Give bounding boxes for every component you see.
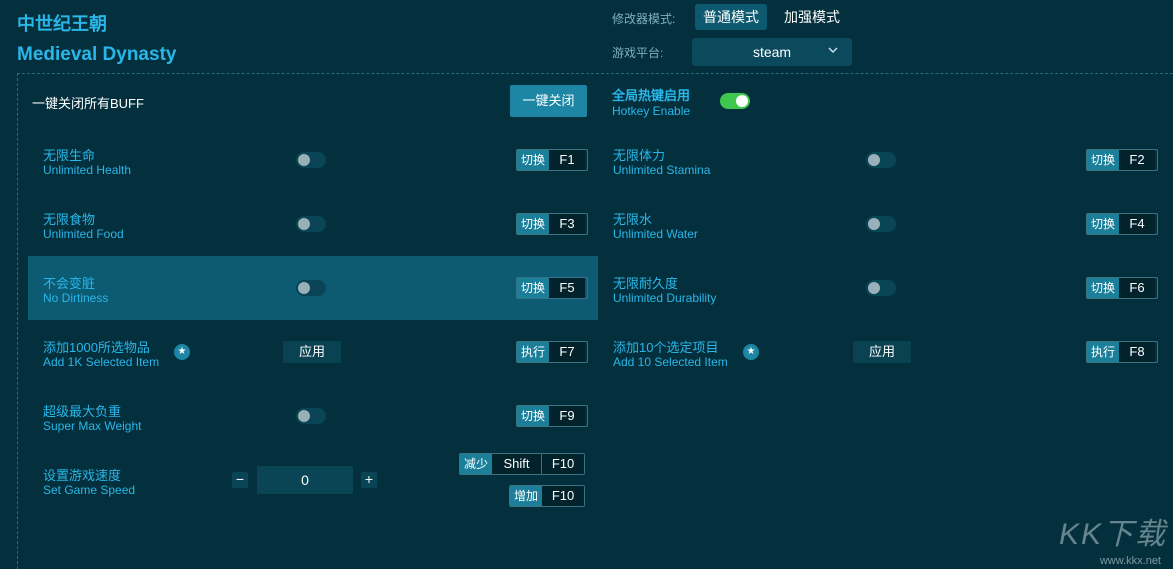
- unlimited-health-hotkey[interactable]: 切换 F1: [516, 149, 588, 171]
- unlimited-health-toggle[interactable]: [296, 152, 326, 168]
- speed-increase-button[interactable]: +: [361, 472, 377, 488]
- hotkey-enable-toggle[interactable]: [720, 93, 750, 109]
- cheat-label-en: Unlimited Food: [43, 227, 124, 241]
- hotkey-enable-label-cn: 全局热键启用: [612, 88, 691, 103]
- platform-select[interactable]: steam: [692, 38, 852, 66]
- cheat-label-cn: 无限食物: [43, 212, 96, 227]
- watermark-url: www.kkx.net: [1099, 555, 1161, 567]
- add-10-hotkey[interactable]: 执行 F8: [1086, 341, 1158, 363]
- speed-decrease-button[interactable]: −: [232, 472, 248, 488]
- game-title-cn: 中世纪王朝: [17, 14, 107, 34]
- mode-label: 修改器模式:: [612, 12, 676, 26]
- cheat-label-cn: 无限水: [613, 212, 653, 227]
- no-dirtiness-toggle[interactable]: [296, 280, 326, 296]
- super-max-weight-hotkey[interactable]: 切换 F9: [516, 405, 588, 427]
- unlimited-water-hotkey[interactable]: 切换 F4: [1086, 213, 1158, 235]
- cheat-label-en: Add 10 Selected Item: [613, 355, 728, 369]
- super-max-weight-toggle[interactable]: [296, 408, 326, 424]
- unlimited-durability-hotkey[interactable]: 切换 F6: [1086, 277, 1158, 299]
- speed-increase-hotkey[interactable]: 增加 F10: [509, 485, 586, 507]
- add-1k-hotkey[interactable]: 执行 F7: [516, 341, 588, 363]
- cheat-label-en: Super Max Weight: [43, 419, 142, 433]
- cheat-label-en: Unlimited Stamina: [613, 163, 711, 177]
- unlimited-stamina-hotkey[interactable]: 切换 F2: [1086, 149, 1158, 171]
- close-all-buff-label: 一键关闭所有BUFF: [32, 96, 144, 111]
- cheat-label-cn: 无限耐久度: [613, 276, 679, 291]
- cheat-label-cn: 无限生命: [43, 148, 96, 163]
- speed-label-cn: 设置游戏速度: [43, 468, 122, 483]
- cheat-label-cn: 添加10个选定项目: [613, 340, 719, 355]
- mode-enhanced-button[interactable]: 加强模式: [776, 4, 848, 30]
- cheat-label-en: Unlimited Durability: [613, 291, 717, 305]
- cheat-panel: [17, 73, 1173, 569]
- close-all-button[interactable]: 一键关闭: [510, 85, 587, 117]
- chevron-down-icon: [828, 44, 838, 58]
- cheat-label-en: Unlimited Health: [43, 163, 132, 177]
- star-icon[interactable]: ★: [743, 344, 759, 360]
- speed-decrease-hotkey[interactable]: 减少 Shift F10: [459, 453, 586, 475]
- cheat-label-en: No Dirtiness: [43, 291, 109, 305]
- watermark-logo: KK下载: [1058, 518, 1167, 551]
- cheat-label-cn: 无限体力: [613, 148, 666, 163]
- speed-input[interactable]: 0: [257, 466, 353, 494]
- no-dirtiness-hotkey[interactable]: 切换 F5: [516, 277, 588, 299]
- platform-label: 游戏平台:: [612, 46, 664, 60]
- cheat-label-cn: 超级最大负重: [43, 404, 122, 419]
- cheat-label-cn: 添加1000所选物品: [43, 340, 150, 355]
- star-icon[interactable]: ★: [174, 344, 190, 360]
- unlimited-food-hotkey[interactable]: 切换 F3: [516, 213, 588, 235]
- hotkey-enable-label-en: Hotkey Enable: [612, 104, 691, 118]
- add-10-apply-button[interactable]: 应用: [853, 341, 911, 363]
- unlimited-water-toggle[interactable]: [866, 216, 896, 232]
- cheat-label-en: Add 1K Selected Item: [43, 355, 160, 369]
- unlimited-durability-toggle[interactable]: [866, 280, 896, 296]
- add-1k-apply-button[interactable]: 应用: [283, 341, 341, 363]
- cheat-label-cn: 不会变脏: [43, 276, 96, 291]
- cheat-label-en: Unlimited Water: [613, 227, 698, 241]
- speed-label-en: Set Game Speed: [43, 483, 136, 497]
- unlimited-stamina-toggle[interactable]: [866, 152, 896, 168]
- game-title-en: Medieval Dynasty: [17, 44, 177, 65]
- unlimited-food-toggle[interactable]: [296, 216, 326, 232]
- mode-normal-button[interactable]: 普通模式: [695, 4, 767, 30]
